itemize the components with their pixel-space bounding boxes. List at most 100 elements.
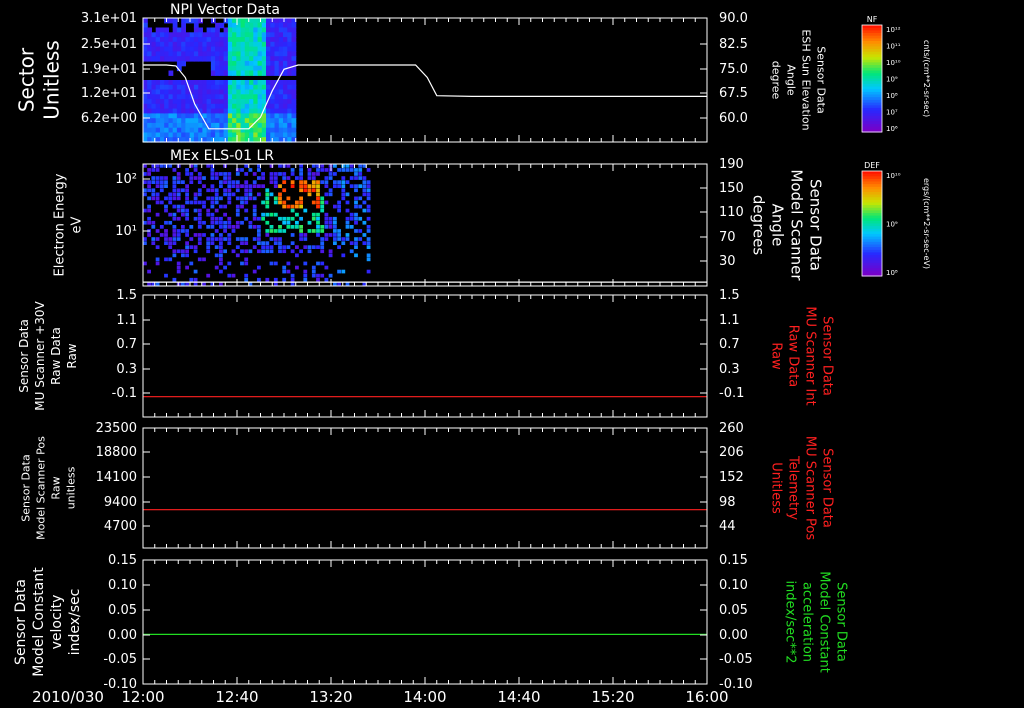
heatmap-cell — [172, 196, 177, 201]
heatmap-cell — [215, 51, 220, 57]
y2-tick-label: 30 — [719, 254, 736, 269]
heatmap-cell — [341, 237, 346, 241]
heatmap-cell — [227, 273, 232, 278]
heatmap-cell — [155, 56, 161, 62]
heatmap-cell — [328, 253, 333, 258]
heatmap-cell — [214, 208, 219, 213]
heatmap-cell — [189, 132, 195, 138]
heatmap-cell — [202, 80, 208, 86]
heatmap-cell — [278, 32, 284, 38]
heatmap-cell — [193, 46, 199, 52]
heatmap-cell — [176, 132, 182, 138]
heatmap-cell — [349, 241, 354, 245]
heatmap-cell — [147, 180, 151, 184]
heatmap-cell — [240, 89, 246, 95]
heatmap-cell — [261, 46, 267, 52]
heatmap-cell — [155, 168, 160, 172]
heatmap-cell — [261, 18, 267, 24]
heatmap-cell — [176, 113, 182, 119]
heatmap-cell — [202, 94, 208, 100]
heatmap-cell — [249, 41, 254, 48]
heatmap-cell — [160, 27, 165, 33]
heatmap-cell — [283, 41, 288, 48]
heatmap-cell — [227, 113, 233, 119]
heatmap-cell — [362, 184, 367, 188]
heatmap-cell — [261, 249, 265, 254]
heatmap-cell — [257, 237, 261, 241]
heatmap-cell — [219, 99, 225, 105]
heatmap-cell — [358, 237, 363, 241]
heatmap-cell — [172, 41, 178, 48]
heatmap-cell — [311, 180, 316, 184]
heatmap-cell — [160, 108, 165, 114]
heatmap-cell — [244, 216, 249, 221]
heatmap-cell — [244, 65, 250, 72]
heatmap-cell — [366, 269, 371, 274]
heatmap-cell — [198, 118, 203, 124]
heatmap-cell — [328, 216, 333, 221]
heatmap-cell — [303, 245, 308, 249]
heatmap-cell — [176, 80, 182, 86]
heatmap-cell — [337, 180, 341, 184]
heatmap-cell — [198, 132, 203, 138]
heatmap-cell — [210, 122, 216, 129]
y-tick-label: 0.7 — [116, 337, 137, 352]
panel-3: 1.51.10.70.3-0.11.51.10.70.3-0.1Sensor D… — [17, 288, 835, 418]
heatmap-cell — [273, 180, 278, 184]
heatmap-cell — [206, 113, 212, 119]
heatmap-cell — [236, 60, 242, 67]
heatmap-cell — [366, 237, 371, 241]
y2-axis-label-line: degrees — [750, 195, 768, 256]
heatmap-cell — [324, 200, 329, 205]
heatmap-cell — [257, 216, 261, 221]
heatmap-cell — [181, 37, 186, 43]
heatmap-cell — [143, 208, 147, 213]
heatmap-cell — [223, 229, 227, 233]
heatmap-cell — [164, 41, 169, 48]
y-tick-label: 0.05 — [108, 603, 137, 618]
heatmap-cell — [366, 225, 371, 229]
heatmap-cell — [303, 208, 308, 213]
heatmap-cell — [210, 94, 216, 100]
heatmap-cell — [151, 168, 156, 172]
heatmap-cell — [231, 192, 236, 197]
heatmap-cell — [147, 56, 152, 62]
heatmap-cell — [240, 32, 246, 38]
heatmap-cell — [249, 22, 254, 29]
heatmap-cell — [333, 172, 337, 176]
heatmap-cell — [333, 220, 337, 225]
heatmap-cell — [266, 27, 271, 33]
heatmap-cell — [299, 216, 303, 221]
heatmap-cell — [240, 18, 246, 24]
heatmap-cell — [147, 80, 152, 86]
heatmap-cell — [278, 229, 282, 233]
y2-axis-label-line: Sensor Data — [807, 179, 825, 271]
heatmap-cell — [219, 241, 223, 245]
heatmap-cell — [227, 225, 232, 229]
heatmap-cell — [172, 46, 178, 52]
heatmap-cell — [261, 56, 267, 62]
y-axis-label-line: index/sec — [67, 589, 83, 656]
heatmap-cell — [257, 84, 263, 91]
heatmap-cell — [362, 241, 367, 245]
heatmap-cell — [287, 56, 293, 62]
heatmap-cell — [168, 257, 173, 262]
heatmap-cell — [240, 41, 246, 48]
heatmap-cell — [214, 245, 219, 249]
heatmap-cell — [143, 108, 148, 114]
heatmap-cell — [143, 103, 148, 110]
heatmap-cell — [240, 132, 246, 138]
heatmap-cell — [366, 257, 371, 262]
heatmap-cell — [164, 113, 169, 119]
heatmap-cell — [202, 204, 206, 209]
heatmap-cell — [168, 127, 174, 134]
heatmap-cell — [274, 51, 280, 57]
heatmap-cell — [328, 172, 333, 176]
heatmap-cell — [227, 180, 232, 184]
heatmap-cell — [214, 192, 219, 197]
heatmap-cell — [252, 216, 257, 221]
heatmap-cell — [223, 108, 229, 114]
heatmap-cell — [362, 192, 367, 197]
heatmap-cell — [278, 216, 282, 221]
heatmap-cell — [193, 208, 198, 213]
